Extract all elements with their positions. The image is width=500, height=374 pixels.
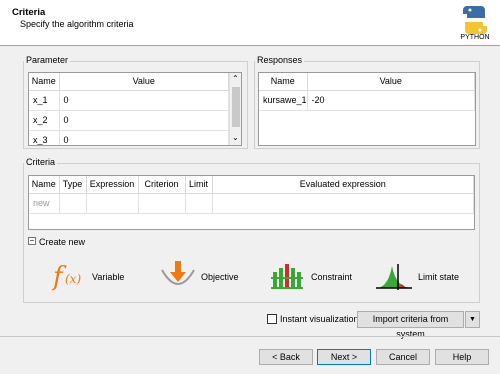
empty-cell[interactable] — [59, 193, 87, 214]
column-header-limit[interactable]: Limit — [185, 176, 213, 194]
criteria-table: Name Type Expression Criterion Limit Eva… — [28, 175, 475, 230]
response-value: -20 — [307, 90, 476, 111]
next-button[interactable]: Next > — [317, 349, 371, 365]
param-name: x_1 — [29, 90, 60, 111]
instant-visualization-label[interactable]: Instant visualization — [280, 314, 359, 324]
column-header-name[interactable]: Name — [29, 73, 60, 91]
empty-cell[interactable] — [185, 193, 213, 214]
page-title: Criteria — [12, 7, 46, 18]
objective-label[interactable]: Objective — [201, 272, 239, 282]
objective-icon[interactable] — [158, 258, 198, 294]
constraint-label[interactable]: Constraint — [311, 272, 352, 282]
column-header-value[interactable]: Value — [307, 73, 476, 91]
collapse-toggle[interactable]: − — [28, 237, 36, 245]
table-row[interactable]: x_1 0 — [29, 90, 229, 111]
create-new-label: Create new — [39, 237, 86, 247]
column-header-value[interactable]: Value — [59, 73, 229, 91]
constraint-icon[interactable] — [268, 258, 308, 294]
parameter-table: Name Value x_1 0 x_2 0 x_3 0 ⌃ ⌄ — [28, 72, 242, 146]
instant-visualization-checkbox[interactable] — [267, 314, 277, 324]
param-value[interactable]: 0 — [59, 130, 229, 145]
column-header-expression[interactable]: Expression — [86, 176, 139, 194]
scroll-up-icon[interactable]: ⌃ — [232, 74, 239, 83]
param-name: x_2 — [29, 110, 60, 131]
table-row[interactable]: new — [29, 193, 474, 214]
fx-icon[interactable]: f (x) — [52, 258, 88, 294]
table-row[interactable]: kursawe_1 -20 — [259, 90, 476, 111]
param-value[interactable]: 0 — [59, 110, 229, 131]
limit-state-icon[interactable] — [374, 258, 414, 294]
new-criterion-cell[interactable]: new — [29, 193, 60, 214]
param-name: x_3 — [29, 130, 60, 145]
response-name: kursawe_1 — [259, 90, 308, 111]
column-header-name[interactable]: Name — [259, 73, 308, 91]
back-button[interactable]: < Back — [259, 349, 313, 365]
column-header-name[interactable]: Name — [29, 176, 60, 194]
import-dropdown-arrow-icon[interactable]: ▼ — [465, 311, 480, 328]
page-subtitle: Specify the algorithm criteria — [20, 19, 134, 29]
empty-cell[interactable] — [138, 193, 186, 214]
column-header-criterion[interactable]: Criterion — [138, 176, 186, 194]
table-row[interactable]: x_3 0 — [29, 130, 229, 145]
logo-caption: PYTHON — [460, 34, 490, 41]
scroll-down-icon[interactable]: ⌄ — [232, 133, 239, 142]
svg-text:(x): (x) — [65, 272, 81, 286]
column-header-type[interactable]: Type — [59, 176, 87, 194]
cancel-button[interactable]: Cancel — [376, 349, 430, 365]
empty-cell[interactable] — [86, 193, 139, 214]
responses-table: Name Value kursawe_1 -20 — [258, 72, 476, 146]
param-value[interactable]: 0 — [59, 90, 229, 111]
import-criteria-button[interactable]: Import criteria from system — [357, 311, 464, 339]
help-button[interactable]: Help — [435, 349, 489, 365]
column-header-evaluated-expression[interactable]: Evaluated expression — [212, 176, 474, 194]
responses-group-label: Responses — [255, 55, 305, 65]
scroll-thumb[interactable] — [232, 87, 240, 127]
parameter-group-label: Parameter — [24, 55, 71, 65]
separator — [0, 336, 500, 337]
limit-state-label[interactable]: Limit state — [418, 272, 459, 282]
variable-label[interactable]: Variable — [92, 272, 124, 282]
table-row[interactable]: x_2 0 — [29, 110, 229, 131]
criteria-group-label: Criteria — [24, 157, 58, 167]
empty-cell[interactable] — [212, 193, 474, 214]
parameter-scrollbar[interactable]: ⌃ ⌄ — [229, 73, 241, 145]
